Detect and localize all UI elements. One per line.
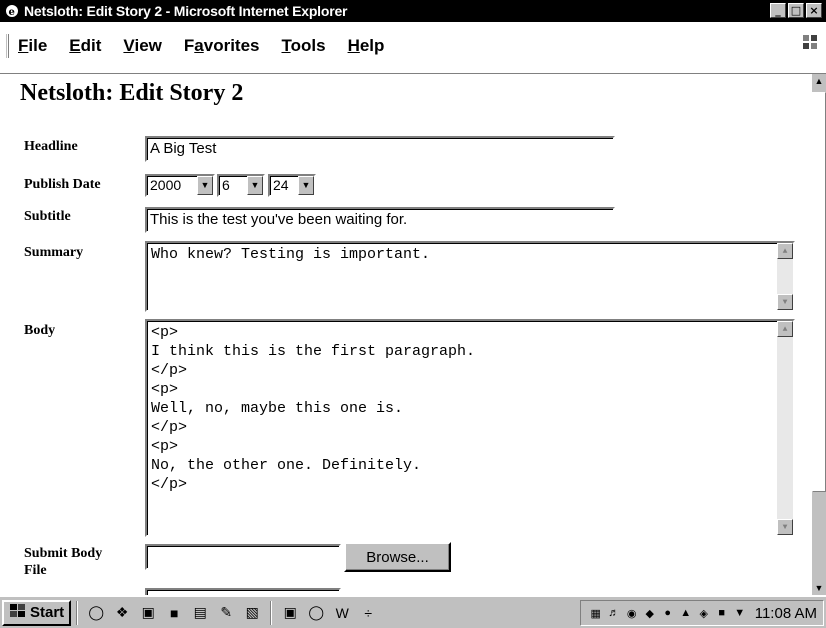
tray-app-icon[interactable]: ◈ (696, 605, 712, 621)
browse-button[interactable]: Browse... (344, 542, 451, 572)
body-label: Body (24, 323, 56, 338)
publish-month-select[interactable]: 6 ▼ (217, 174, 265, 197)
page-content: Netsloth: Edit Story 2 Headline A Big Te… (0, 74, 812, 595)
summary-scrollbar[interactable]: ▲ ▼ (777, 243, 793, 310)
menu-edit[interactable]: Edit (69, 36, 101, 56)
body-textarea[interactable]: <p> I think this is the first paragraph.… (145, 319, 795, 537)
chevron-down-icon[interactable]: ▼ (247, 176, 263, 195)
internet-explorer-icon: e (4, 3, 20, 19)
system-tray: ▦ ♬ ◉ ◆ ● ▲ ◈ ■ ▼ 11:08 AM (579, 600, 824, 626)
tray-app-icon[interactable]: ▲ (678, 605, 694, 621)
task-calculator-icon[interactable]: ÷ (358, 603, 378, 623)
scroll-down-icon[interactable]: ▼ (777, 294, 793, 310)
next-field-input[interactable] (145, 588, 341, 595)
restore-button[interactable]: □ (788, 3, 804, 18)
summary-textarea[interactable]: Who knew? Testing is important. ▲ ▼ (145, 241, 795, 312)
tray-app-icon[interactable]: ● (660, 605, 676, 621)
outlook-icon[interactable]: ❖ (112, 603, 132, 623)
menu-file[interactable]: File (18, 36, 47, 56)
publish-day-select[interactable]: 24 ▼ (268, 174, 316, 197)
tray-app-icon[interactable]: ▼ (732, 605, 748, 621)
publish-day-value: 24 (273, 177, 289, 193)
tray-app-icon[interactable]: ■ (714, 605, 730, 621)
start-label: Start (30, 604, 65, 621)
menu-tools[interactable]: Tools (281, 36, 325, 56)
body-scrollbar[interactable]: ▲ ▼ (777, 321, 793, 535)
task-ie-window-2-icon[interactable]: ◯ (306, 603, 326, 623)
menu-bar: File Edit View Favorites Tools Help (0, 22, 826, 74)
page-title: Netsloth: Edit Story 2 (20, 80, 244, 106)
headline-input[interactable]: A Big Test (145, 136, 615, 162)
page-scrollbar[interactable]: ▲ ▼ (812, 74, 826, 595)
window-title: Netsloth: Edit Story 2 - Microsoft Inter… (24, 3, 348, 19)
taskbar-divider (76, 600, 79, 625)
menu-view[interactable]: View (123, 36, 161, 56)
tray-app-icon[interactable]: ◆ (642, 605, 658, 621)
scroll-up-icon[interactable]: ▲ (777, 243, 793, 259)
menu-grip (6, 34, 9, 58)
publish-year-select[interactable]: 2000 ▼ (145, 174, 215, 197)
scroll-down-icon[interactable]: ▼ (777, 519, 793, 535)
close-button[interactable]: × (806, 3, 822, 18)
window-title-bar[interactable]: e Netsloth: Edit Story 2 - Microsoft Int… (0, 0, 826, 22)
body-file-input[interactable] (145, 544, 341, 570)
scroll-up-icon[interactable]: ▲ (777, 321, 793, 337)
volume-icon[interactable]: ♬ (606, 605, 622, 621)
chevron-down-icon[interactable]: ▼ (298, 176, 314, 195)
start-button[interactable]: Start (2, 599, 72, 626)
clock[interactable]: 11:08 AM (755, 605, 817, 622)
chevron-down-icon[interactable]: ▼ (197, 176, 213, 195)
submit-body-file-label: Submit Body File (24, 546, 103, 578)
terminal-icon[interactable]: ■ (164, 603, 184, 623)
task-ie-window-icon[interactable]: ▣ (280, 603, 300, 623)
summary-label: Summary (24, 245, 84, 260)
windows-flag-icon (9, 603, 27, 623)
task-word-icon[interactable]: W (332, 603, 352, 623)
subtitle-label: Subtitle (24, 209, 71, 224)
publish-date-label: Publish Date (24, 177, 101, 192)
svg-text:e: e (9, 7, 15, 18)
network-icon[interactable]: ▦ (588, 605, 604, 621)
body-text: <p> I think this is the first paragraph.… (151, 324, 476, 493)
tray-app-icon[interactable]: ◉ (624, 605, 640, 621)
explorer-icon[interactable]: ▤ (190, 603, 210, 623)
menu-help[interactable]: Help (348, 36, 385, 56)
notepad-icon[interactable]: ✎ (216, 603, 236, 623)
summary-text: Who knew? Testing is important. (151, 246, 431, 263)
publish-year-value: 2000 (150, 177, 182, 193)
scroll-up-icon[interactable]: ▲ (812, 74, 826, 88)
publish-month-value: 6 (222, 177, 230, 193)
scroll-down-icon[interactable]: ▼ (812, 581, 826, 595)
minimize-button[interactable]: _ (770, 3, 786, 18)
scrollbar-thumb[interactable] (812, 92, 826, 492)
desktop-icon[interactable]: ▣ (138, 603, 158, 623)
subtitle-input[interactable]: This is the test you've been waiting for… (145, 207, 615, 233)
headline-label: Headline (24, 139, 78, 154)
printer-icon[interactable]: ▧ (242, 603, 262, 623)
taskbar: Start ◯ ❖ ▣ ■ ▤ ✎ ▧ ▣ ◯ W ÷ ▦ ♬ ◉ ◆ ● ▲ … (0, 595, 826, 628)
taskbar-divider (270, 600, 273, 625)
windows-logo-icon (800, 32, 820, 52)
browser-icon[interactable]: ◯ (86, 603, 106, 623)
menu-favorites[interactable]: Favorites (184, 36, 260, 56)
